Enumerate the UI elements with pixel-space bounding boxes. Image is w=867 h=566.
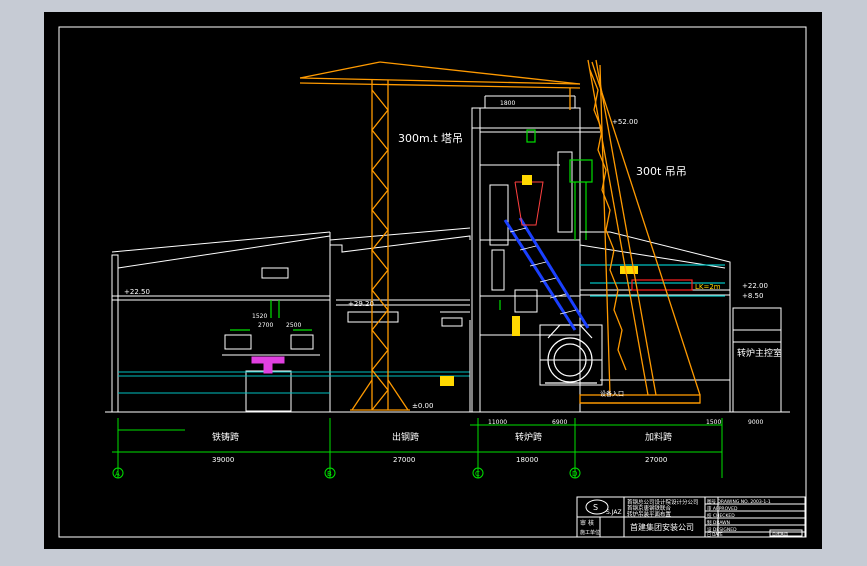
dim-top-2: 2700 — [258, 322, 273, 329]
bay-2: 转炉跨 — [515, 431, 542, 443]
elevation-5: ±0.00 — [412, 402, 433, 410]
elevation-1: +29.20 — [348, 300, 374, 308]
bay-width-2: 18000 — [516, 456, 538, 464]
bay-3: 加料跨 — [645, 431, 672, 443]
left-label-2: 施工 — [580, 529, 590, 536]
axis-label-B: B — [327, 470, 332, 478]
bay-1: 出钢跨 — [392, 431, 419, 443]
cad-drawing-canvas: LK=2m 300m.t 塔吊 300t 吊吊 +22.50 +29.20 +5… — [0, 0, 867, 562]
axis-label-D: D — [572, 470, 577, 478]
bottom-left-note: 设备入口 — [600, 390, 624, 398]
logo-text: S.JAZ — [606, 509, 622, 516]
drawing-sheet — [44, 12, 822, 549]
title-row-1: 审 APPROVED — [707, 505, 738, 512]
company-line-2: 首钢京唐钢铁联合 — [627, 504, 672, 512]
stamp: 首建集团 — [772, 530, 788, 536]
sub-dim-3: 9000 — [748, 419, 763, 426]
crawler-crane-label: 300t 吊吊 — [636, 165, 687, 178]
elevation-3: +22.00 — [742, 282, 768, 290]
logo-mark-icon: S — [593, 503, 598, 512]
dim-top-1: 1520 — [252, 313, 267, 320]
beam-label: LK=2m — [695, 283, 721, 291]
company-line-3: 转炉吊装平面布置 — [627, 510, 672, 518]
sub-dim-1: 6900 — [552, 419, 567, 426]
cad-viewport: LK=2m 300m.t 塔吊 300t 吊吊 +22.50 +29.20 +5… — [0, 0, 867, 562]
left-label-0: 审 — [580, 519, 586, 527]
left-label-1: 核 — [588, 519, 594, 527]
title-row-3: 制 DRAWN — [707, 519, 730, 526]
tower-crane-label: 300m.t 塔吊 — [398, 132, 463, 145]
bay-0: 铁铸跨 — [212, 431, 239, 443]
sub-dim-0: 11000 — [488, 419, 507, 426]
installer-name: 首建集团安装公司 — [630, 522, 694, 532]
side-text: 转炉主控室 — [737, 347, 782, 359]
dim-top-0: 1800 — [500, 100, 515, 107]
elevation-2: +52.00 — [612, 118, 638, 126]
title-row-5: 日 DATE — [707, 532, 723, 537]
axis-label-C: C — [475, 470, 480, 478]
title-row-2: 校 CHECKED — [707, 512, 735, 519]
dim-top-3: 2500 — [286, 322, 301, 329]
elevation-4: +8.50 — [742, 292, 763, 300]
left-label-3: 单位 — [590, 529, 600, 536]
bay-width-1: 27000 — [393, 456, 415, 464]
bay-width-0: 39000 — [212, 456, 234, 464]
sub-dim-2: 1500 — [706, 419, 721, 426]
elevation-0: +22.50 — [124, 288, 150, 296]
company-line-1: 首钢总公司设计院设计分公司 — [627, 498, 699, 506]
axis-label-A: A — [115, 470, 120, 478]
bay-width-3: 27000 — [645, 456, 667, 464]
title-row-0: 图号 DRAWING NO. 2003-1-1 — [707, 499, 771, 505]
